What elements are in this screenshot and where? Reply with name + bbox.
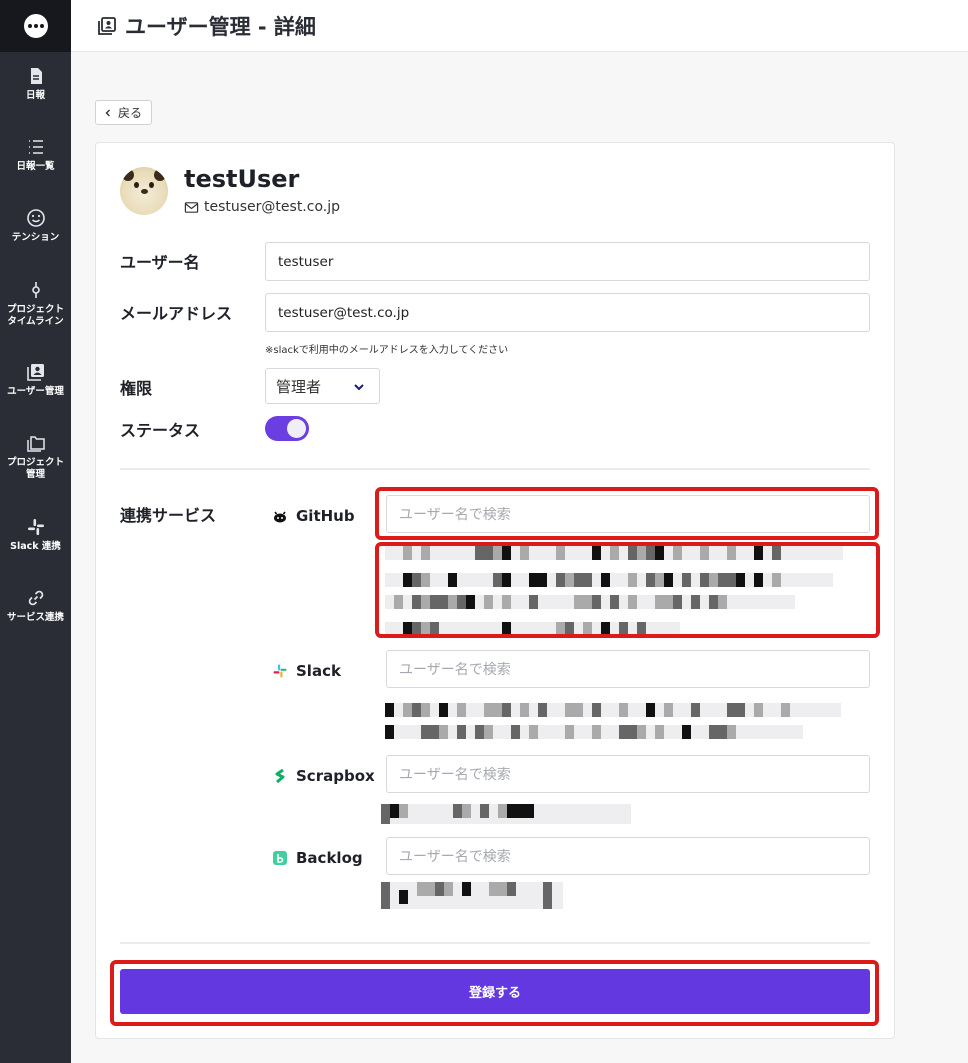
sidebar-item-daily-report-list[interactable]: 日報一覧 — [0, 137, 71, 173]
slack-search-input[interactable]: ユーザー名で検索 — [386, 650, 870, 688]
sidebar: 日報 日報一覧 テンション プロジェクト タイムライン ユーザー管理 プロジェク… — [0, 0, 71, 1063]
sidebar-item-label: 日報一覧 — [16, 161, 55, 172]
status-label: ステータス — [120, 421, 201, 440]
slack-result-row[interactable] — [385, 703, 841, 717]
github-icon — [274, 511, 286, 523]
sidebar-item-label: 日報 — [25, 90, 45, 101]
email-input[interactable]: testuser@test.co.jp — [265, 293, 870, 332]
mail-icon — [184, 201, 199, 213]
chevron-left-icon — [105, 109, 110, 116]
sidebar-item-daily-report[interactable]: 日報 — [0, 66, 71, 102]
user-management-icon — [26, 364, 44, 381]
slack-result-row[interactable] — [385, 725, 803, 739]
service-scrapbox-label: Scrapbox — [272, 767, 375, 785]
scrapbox-result-row[interactable] — [381, 804, 631, 824]
service-name: GitHub — [296, 507, 355, 525]
service-slack-label: Slack — [272, 662, 341, 680]
backlog-search-input[interactable]: ユーザー名で検索 — [386, 837, 870, 875]
link-icon — [28, 590, 43, 606]
user-management-icon — [98, 16, 116, 35]
divider — [120, 942, 870, 944]
profile-email: testuser@test.co.jp — [184, 199, 340, 215]
commit-icon — [31, 282, 40, 298]
back-button[interactable]: 戻る — [95, 100, 153, 125]
sidebar-item-label: ユーザー管理 — [7, 386, 64, 397]
backlog-icon — [273, 851, 287, 865]
username-input[interactable]: testuser — [265, 242, 870, 281]
sidebar-item-label: Slack 連携 — [10, 541, 61, 552]
username-label: ユーザー名 — [120, 253, 200, 272]
page-title: ユーザー管理 - 詳細 — [125, 14, 316, 39]
app-logo[interactable] — [0, 0, 71, 52]
role-select-value: 管理者 — [276, 377, 322, 396]
smiley-icon — [26, 209, 45, 227]
document-icon — [30, 68, 42, 84]
service-name: Backlog — [296, 849, 363, 867]
sidebar-item-project-management[interactable]: プロジェクト 管理 — [0, 433, 71, 481]
logo-icon — [23, 14, 48, 38]
service-name: Scrapbox — [296, 767, 375, 785]
divider — [120, 468, 870, 470]
sidebar-item-label: テンション — [11, 232, 60, 243]
profile-email-text: testuser@test.co.jp — [204, 199, 341, 215]
service-github-label: GitHub — [272, 507, 355, 525]
sidebar-item-label: プロジェクト 管理 — [6, 457, 64, 480]
slack-icon — [273, 664, 287, 678]
role-label: 権限 — [120, 379, 153, 398]
sidebar-item-user-management[interactable]: ユーザー管理 — [0, 362, 71, 398]
sidebar-item-service-integration[interactable]: サービス連携 — [0, 588, 71, 624]
sidebar-item-project-timeline[interactable]: プロジェクト タイムライン — [0, 280, 71, 328]
slack-icon — [27, 519, 44, 535]
page-header: ユーザー管理 - 詳細 — [71, 0, 968, 52]
backlog-result-row[interactable] — [381, 882, 563, 909]
sidebar-item-slack[interactable]: Slack 連携 — [0, 517, 71, 553]
highlight-box — [375, 542, 880, 638]
email-label: メールアドレス — [120, 304, 233, 323]
back-button-label: 戻る — [118, 106, 143, 120]
folders-icon — [26, 436, 45, 452]
list-icon — [28, 140, 43, 154]
profile-name: testUser — [184, 165, 300, 193]
avatar — [120, 167, 168, 215]
service-name: Slack — [296, 662, 341, 680]
highlight-box — [375, 487, 879, 540]
sidebar-item-label: サービス連携 — [6, 612, 64, 623]
scrapbox-icon — [275, 768, 285, 784]
scrapbox-search-input[interactable]: ユーザー名で検索 — [386, 755, 870, 793]
status-toggle[interactable] — [265, 416, 309, 441]
email-hint: ※slackで利用中のメールアドレスを入力してください — [265, 345, 509, 356]
service-backlog-label: Backlog — [272, 849, 363, 867]
chevron-down-icon — [354, 384, 364, 391]
sidebar-item-label: プロジェクト タイムライン — [6, 304, 64, 327]
highlight-box — [110, 960, 879, 1026]
role-select[interactable]: 管理者 — [265, 368, 380, 404]
sidebar-item-tension[interactable]: テンション — [0, 208, 71, 244]
services-label: 連携サービス — [120, 506, 217, 525]
